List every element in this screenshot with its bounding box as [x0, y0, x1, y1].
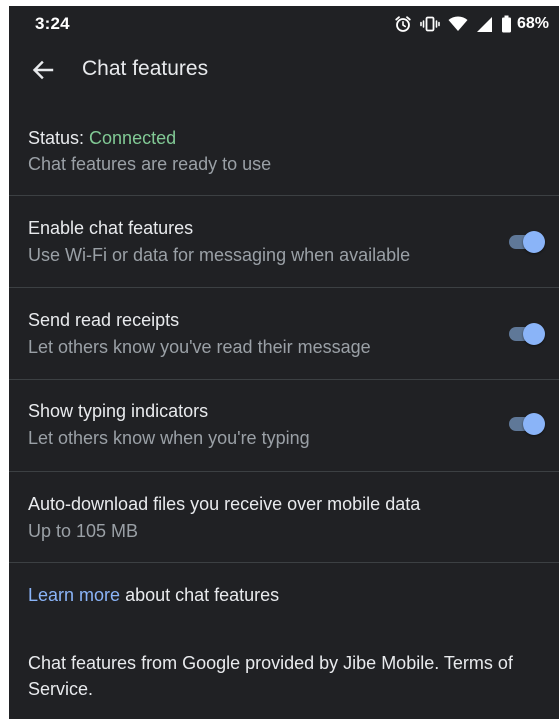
toggle-thumb — [523, 413, 545, 435]
auto-download-title: Auto-download files you receive over mob… — [28, 494, 421, 514]
setting-title: Show typing indicators — [28, 401, 209, 421]
wifi-icon — [448, 15, 468, 33]
enable-chat-features-toggle[interactable] — [507, 227, 547, 257]
setting-title: Enable chat features — [28, 218, 194, 238]
battery-icon — [501, 15, 512, 33]
chat-features-screen: 3:24 68% Chat features Status: Connected… — [9, 6, 559, 719]
learn-more-rest: about chat features — [120, 585, 280, 605]
status-description: Chat features are ready to use — [28, 154, 272, 174]
alarm-icon — [394, 15, 412, 33]
status-icons: 68% — [394, 12, 549, 36]
setting-subtitle: Let others know when you're typing — [28, 428, 310, 448]
arrow-back-icon[interactable] — [29, 56, 57, 84]
send-read-receipts-toggle[interactable] — [507, 319, 547, 349]
learn-more-row: Learn more about chat features — [9, 563, 559, 623]
setting-title: Send read receipts — [28, 310, 180, 330]
connection-status: Status: Connected Chat features are read… — [9, 121, 559, 195]
toggle-thumb — [523, 323, 545, 345]
setting-show-typing-indicators[interactable]: Show typing indicators Let others know w… — [9, 380, 559, 471]
show-typing-indicators-toggle[interactable] — [507, 409, 547, 439]
cell-signal-icon — [476, 16, 493, 33]
setting-subtitle: Use Wi-Fi or data for messaging when ava… — [28, 245, 411, 265]
toggle-thumb — [523, 231, 545, 253]
setting-enable-chat-features[interactable]: Enable chat features Use Wi-Fi or data f… — [9, 196, 559, 287]
learn-more-text: Learn more about chat features — [28, 585, 279, 606]
setting-send-read-receipts[interactable]: Send read receipts Let others know you'v… — [9, 288, 559, 379]
provider-footer: Chat features from Google provided by Ji… — [28, 653, 513, 699]
status-label: Status: — [28, 128, 90, 148]
app-bar: Chat features — [9, 42, 559, 98]
setting-auto-download[interactable]: Auto-download files you receive over mob… — [9, 472, 559, 562]
vibrate-icon — [420, 15, 440, 33]
page-title: Chat features — [82, 57, 209, 80]
status-time: 3:24 — [35, 14, 70, 33]
learn-more-link[interactable]: Learn more — [28, 585, 120, 605]
status-value: Connected — [89, 128, 177, 148]
auto-download-value: Up to 105 MB — [28, 521, 139, 541]
battery-percent: 68% — [516, 15, 549, 32]
setting-subtitle: Let others know you've read their messag… — [28, 337, 371, 357]
status-line: Status: Connected — [28, 128, 176, 149]
status-bar: 3:24 68% — [9, 6, 559, 42]
